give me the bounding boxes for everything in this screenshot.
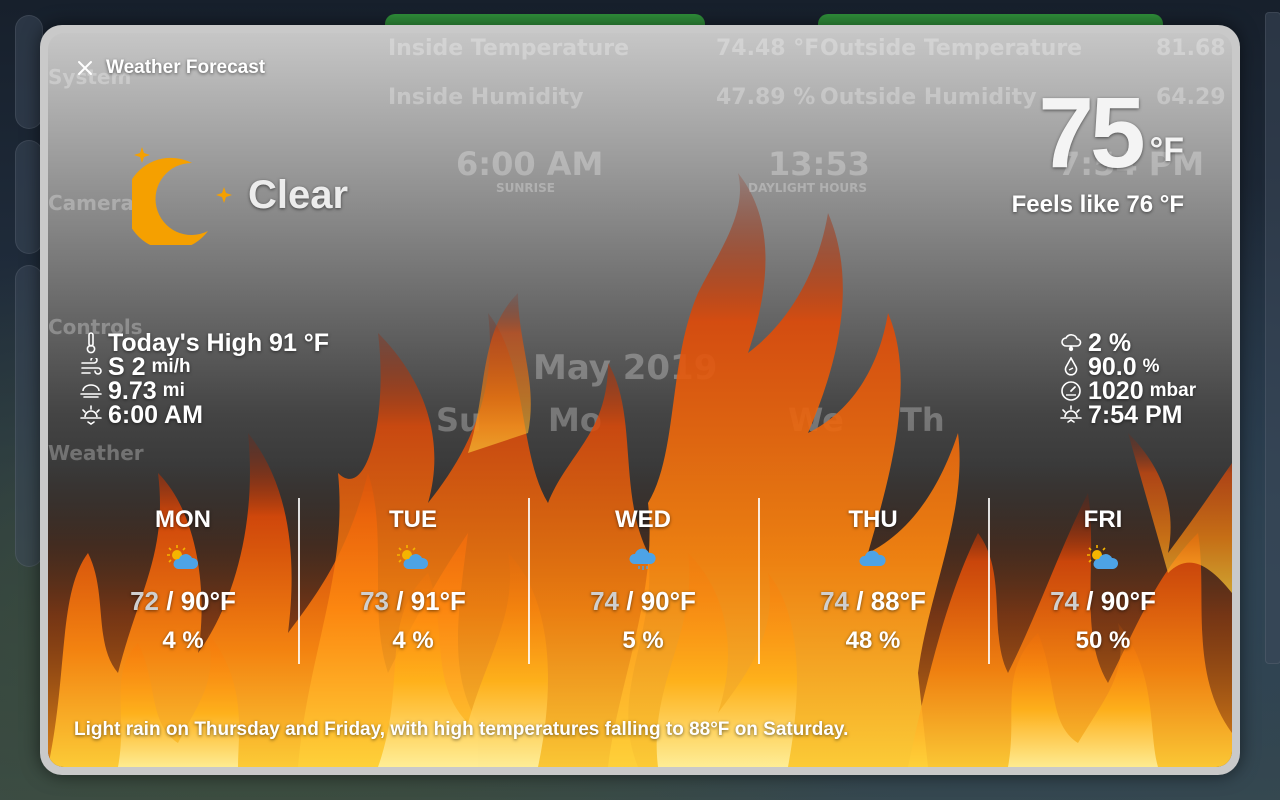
precipitation-icon (1060, 332, 1082, 354)
day-precipitation: 4 % (392, 627, 434, 654)
partly-cloudy-icon (988, 544, 1218, 574)
current-condition: Clear (132, 145, 348, 245)
day-low: 72 (130, 586, 160, 616)
scrollbar-track[interactable] (1265, 12, 1280, 664)
day-low: 74 (1050, 586, 1080, 616)
day-temps: 74 / 88°F (758, 586, 988, 617)
detail-precipitation: 2 % (1060, 329, 1196, 357)
detail-humidity: 90.0 % (1060, 353, 1196, 381)
temp-separator: / (389, 586, 411, 616)
feels-like: Feels like 76 °F (1011, 191, 1184, 218)
day-name: THU (848, 506, 898, 533)
humidity-icon (1060, 356, 1082, 378)
day-name: WED (615, 506, 671, 533)
temp-separator: / (159, 586, 181, 616)
day-high: 91°F (410, 586, 466, 616)
forecast-day-fri[interactable]: FRI 74 / 90°F 50 % (988, 496, 1218, 664)
close-icon[interactable] (74, 57, 96, 79)
day-high: 90°F (180, 586, 236, 616)
day-precipitation: 5 % (622, 627, 664, 654)
detail-sunrise: 6:00 AM (80, 400, 329, 429)
moon-stars-icon (132, 147, 232, 245)
day-precipitation: 48 % (845, 627, 901, 654)
detail-pressure: 1020 mbar (1060, 377, 1197, 405)
day-precipitation: 4 % (162, 627, 204, 654)
sunrise-value: 6:00 AM (108, 400, 203, 429)
forecast-day-wed[interactable]: WED 74 / 90°F 5 % (528, 496, 758, 664)
partly-cloudy-icon (298, 544, 528, 574)
dialog-title: Weather Forecast (106, 57, 266, 78)
visibility-unit: mi (162, 380, 185, 401)
sidebar-card-controls[interactable] (15, 265, 43, 567)
humidity-unit: % (1142, 356, 1160, 377)
day-low: 73 (360, 586, 390, 616)
pressure-gauge-icon (1060, 380, 1082, 402)
sunset-icon (1060, 404, 1082, 426)
wind-unit: mi/h (151, 356, 191, 377)
pressure-unit: mbar (1149, 380, 1197, 401)
daily-forecast: MON 72 / 90°F 4 % TUE 73 / 91°F 4 % WED … (68, 496, 1218, 664)
day-precipitation: 50 % (1075, 627, 1131, 654)
detail-wind: S 2 mi/h (80, 353, 329, 381)
day-high: 90°F (640, 586, 696, 616)
detail-sunset: 7:54 PM (1060, 400, 1196, 429)
dialog-header: Weather Forecast (74, 57, 265, 79)
detail-todays-high: Today's High 91 °F (80, 329, 329, 357)
details-left: Today's High 91 °F S 2 mi/h 9.73 mi 6:00… (80, 329, 329, 429)
thermometer-icon (80, 332, 102, 354)
sidebar-card-system[interactable] (15, 15, 43, 129)
day-temps: 73 / 91°F (298, 586, 528, 617)
day-high: 90°F (1100, 586, 1156, 616)
details-right: 2 % 90.0 % 1020 mbar 7:54 PM (1060, 329, 1197, 429)
weather-dialog: Inside Temperature 74.48 °F Outside Temp… (40, 25, 1240, 775)
sunrise-icon (80, 404, 102, 426)
cloud-drizzle-icon (528, 544, 758, 574)
day-name: FRI (1083, 506, 1123, 533)
day-temps: 74 / 90°F (988, 586, 1218, 617)
day-name: TUE (389, 506, 437, 533)
current-temperature: 75 (1038, 77, 1145, 189)
temp-separator: / (619, 586, 641, 616)
forecast-day-tue[interactable]: TUE 73 / 91°F 4 % (298, 496, 528, 664)
sunset-value: 7:54 PM (1088, 400, 1183, 429)
partly-cloudy-icon (68, 544, 298, 574)
cloud-icon (758, 544, 988, 574)
temperature-unit: °F (1149, 131, 1184, 169)
day-temps: 72 / 90°F (68, 586, 298, 617)
temp-separator: / (849, 586, 871, 616)
day-name: MON (155, 506, 211, 533)
sidebar-card-cameras[interactable] (15, 140, 43, 254)
visibility-icon (80, 380, 102, 402)
day-low: 74 (590, 586, 620, 616)
day-temps: 74 / 90°F (528, 586, 758, 617)
forecast-summary: Light rain on Thursday and Friday, with … (74, 719, 849, 740)
condition-label: Clear (248, 172, 349, 217)
forecast-day-thu[interactable]: THU 74 / 88°F 48 % (758, 496, 988, 664)
wind-icon (80, 356, 102, 378)
detail-visibility: 9.73 mi (80, 377, 329, 405)
weather-panel: Inside Temperature 74.48 °F Outside Temp… (48, 33, 1232, 767)
temp-separator: / (1079, 586, 1101, 616)
current-temperature-block: 75 °F Feels like 76 °F (1012, 83, 1184, 219)
forecast-day-mon[interactable]: MON 72 / 90°F 4 % (68, 496, 298, 664)
day-low: 74 (820, 586, 850, 616)
day-high: 88°F (870, 586, 926, 616)
